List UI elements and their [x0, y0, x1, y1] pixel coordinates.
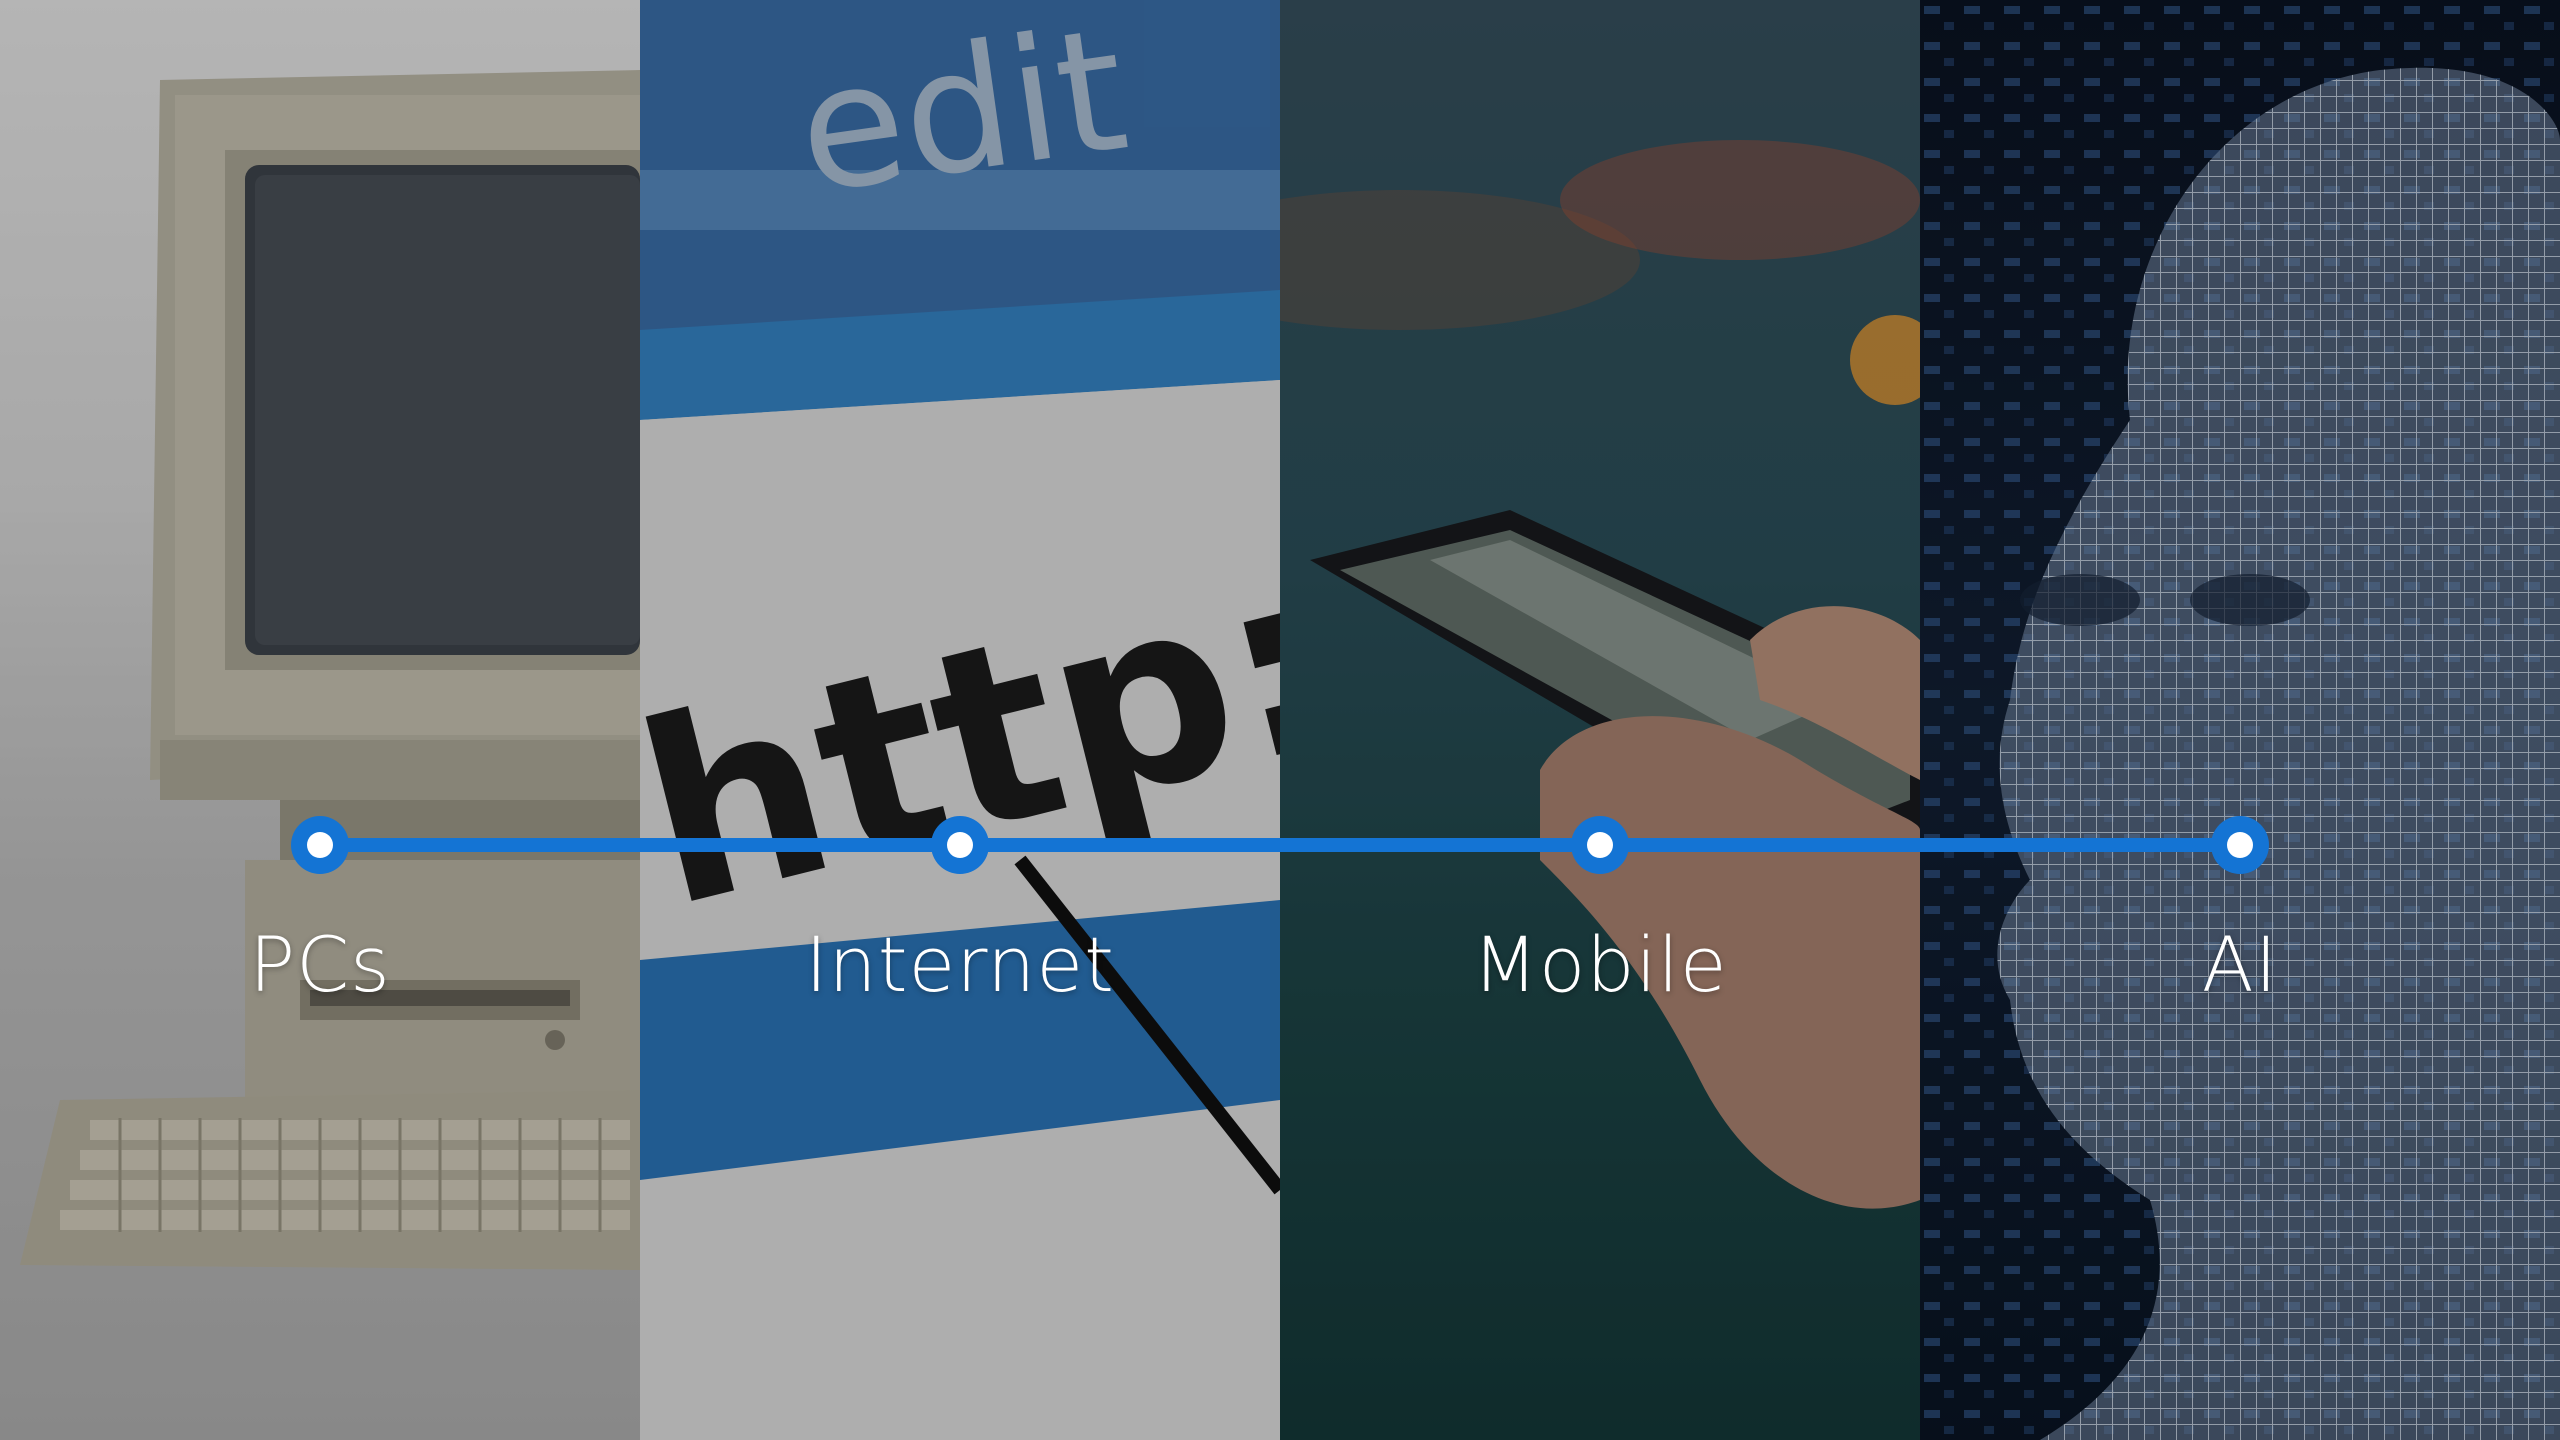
- milestone-label-mobile: Mobile: [1472, 920, 1728, 1009]
- milestone-label-internet: Internet: [805, 920, 1115, 1009]
- milestone-dot-pcs: [291, 816, 349, 874]
- milestone-dot-ai: [2211, 816, 2269, 874]
- milestone-label-ai: AI: [2201, 920, 2279, 1009]
- timeline-slide: edit http:// PCs Internet Mobile AI: [0, 0, 2560, 1440]
- timeline-line: [320, 838, 2240, 852]
- milestone-dot-internet: [931, 816, 989, 874]
- milestone-label-pcs: PCs: [249, 920, 391, 1009]
- milestone-dot-mobile: [1571, 816, 1629, 874]
- timeline: PCs Internet Mobile AI: [0, 0, 2560, 1440]
